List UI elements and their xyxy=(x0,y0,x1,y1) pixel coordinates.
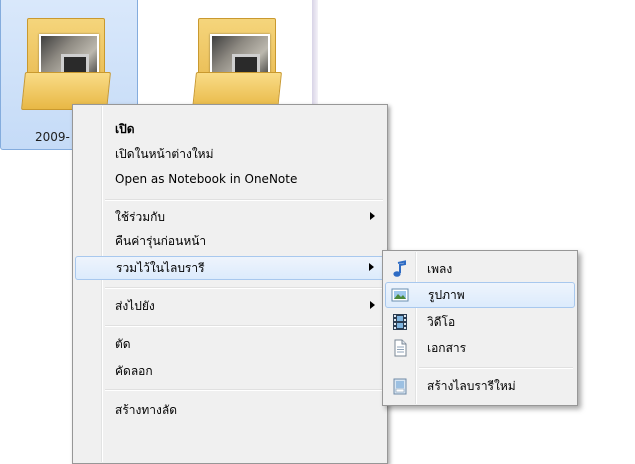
menu-item-label: ส่งไปยัง xyxy=(115,299,155,313)
submenu-arrow-icon xyxy=(370,301,375,309)
submenu-item-music[interactable]: เพลง xyxy=(385,256,575,282)
submenu-item-label: สร้างไลบรารีใหม่ xyxy=(427,379,516,393)
menu-item-open[interactable]: เปิด xyxy=(75,117,385,141)
menu-separator xyxy=(105,325,383,327)
menu-item-open-new-window[interactable]: เปิดในหน้าต่างใหม่ xyxy=(75,142,385,166)
submenu-item-videos[interactable]: วิดีโอ xyxy=(385,309,575,335)
menu-item-open-onenote[interactable]: Open as Notebook in OneNote xyxy=(75,167,385,191)
music-note-icon xyxy=(393,260,406,277)
menu-item-label: เปิดในหน้าต่างใหม่ xyxy=(115,147,214,161)
menu-item-share-with[interactable]: ใช้ร่วมกับ xyxy=(75,205,385,229)
submenu-item-documents[interactable]: เอกสาร xyxy=(385,335,575,361)
folder-name: 2009- xyxy=(35,130,70,144)
menu-item-label: เปิด xyxy=(115,122,135,136)
menu-item-label: Open as Notebook in OneNote xyxy=(115,172,298,186)
submenu-separator xyxy=(419,367,573,369)
context-menu: เปิด เปิดในหน้าต่างใหม่ Open as Notebook… xyxy=(72,104,388,464)
menu-separator xyxy=(105,389,383,391)
menu-item-label: สร้างทางลัด xyxy=(115,403,178,417)
submenu-item-label: เพลง xyxy=(427,262,453,276)
submenu-item-create-library[interactable]: สร้างไลบรารีใหม่ xyxy=(385,373,575,399)
menu-item-label: รวมไว้ในไลบรารี xyxy=(116,261,205,275)
folder-icon xyxy=(21,12,111,112)
document-icon xyxy=(394,339,407,357)
menu-item-label: คืนค่ารุ่นก่อนหน้า xyxy=(115,234,207,248)
submenu-item-pictures[interactable]: รูปภาพ xyxy=(385,282,575,308)
menu-item-restore-versions[interactable]: คืนค่ารุ่นก่อนหน้า xyxy=(75,229,385,253)
menu-item-send-to[interactable]: ส่งไปยัง xyxy=(75,294,385,318)
menu-item-label: ตัด xyxy=(115,337,131,351)
menu-item-create-shortcut[interactable]: สร้างทางลัด xyxy=(75,398,385,422)
submenu-item-label: รูปภาพ xyxy=(428,288,465,302)
menu-item-label: ใช้ร่วมกับ xyxy=(115,210,165,224)
library-submenu: เพลง รูปภาพ วิดีโอ เอกสาร สร้างไลบรารีให… xyxy=(382,250,578,406)
new-library-icon xyxy=(393,378,407,395)
menu-item-include-in-library[interactable]: รวมไว้ในไลบรารี xyxy=(75,256,385,280)
menu-separator xyxy=(105,199,383,201)
pictures-icon xyxy=(391,288,409,302)
submenu-item-label: เอกสาร xyxy=(427,341,467,355)
menu-item-copy[interactable]: คัดลอก xyxy=(75,359,385,383)
menu-item-label: คัดลอก xyxy=(115,364,153,378)
submenu-arrow-icon xyxy=(369,263,374,271)
film-strip-icon xyxy=(393,314,407,330)
folder-icon xyxy=(192,12,282,112)
menu-separator xyxy=(105,287,383,289)
menu-item-cut[interactable]: ตัด xyxy=(75,332,385,356)
submenu-item-label: วิดีโอ xyxy=(427,315,456,329)
window-edge xyxy=(312,0,318,110)
submenu-arrow-icon xyxy=(370,212,375,220)
